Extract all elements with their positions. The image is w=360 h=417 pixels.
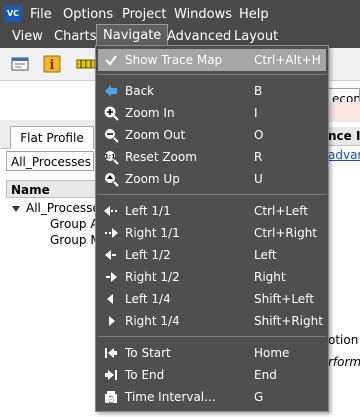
menu-item-shortcut: Home bbox=[254, 346, 290, 360]
menu-item-shortcut: Left bbox=[254, 248, 277, 262]
highlight-strip bbox=[328, 102, 360, 122]
zoom-out-icon bbox=[103, 127, 119, 143]
menu-item-right-1-1[interactable]: Right 1/1 Ctrl+Right bbox=[98, 222, 326, 244]
menu-item-right-1-2[interactable]: Right 1/2 Right bbox=[98, 266, 326, 288]
menu-item-label: Right 1/2 bbox=[125, 270, 180, 284]
menu-item-label: Zoom Out bbox=[125, 128, 186, 142]
menu-item-label: Zoom In bbox=[125, 106, 175, 120]
info-icon[interactable]: i bbox=[42, 54, 62, 74]
checkmark-icon bbox=[103, 52, 119, 68]
menu-item-label: Back bbox=[125, 84, 155, 98]
menu-item-label: To End bbox=[125, 368, 165, 382]
menu-item-shortcut: Ctrl+Alt+H bbox=[254, 53, 321, 67]
menu-windows[interactable]: Windows bbox=[168, 4, 238, 26]
menu-item-to-end[interactable]: To End End bbox=[98, 364, 326, 386]
to-start-icon bbox=[103, 345, 119, 361]
right-half-icon bbox=[103, 269, 119, 285]
menu-item-to-start[interactable]: To Start Home bbox=[98, 342, 326, 364]
menu-help[interactable]: Help bbox=[233, 4, 275, 26]
menu-item-shortcut: G bbox=[254, 390, 264, 404]
tree-node-group-m[interactable]: Group M bbox=[50, 232, 101, 248]
to-end-icon bbox=[103, 367, 119, 383]
right-full-icon bbox=[103, 225, 119, 241]
menu-item-shortcut: U bbox=[254, 172, 263, 186]
menu-item-label: Show Trace Map bbox=[125, 53, 223, 67]
menu-item-label: To Start bbox=[125, 346, 171, 360]
menu-navigate[interactable]: Navigate bbox=[96, 24, 169, 47]
right-quarter-icon bbox=[103, 313, 119, 329]
timeline-icon[interactable] bbox=[76, 54, 96, 74]
menu-separator bbox=[98, 74, 326, 75]
advanced-link[interactable]: advan bbox=[328, 148, 360, 162]
menu-item-label: Left 1/2 bbox=[125, 248, 171, 262]
open-icon[interactable] bbox=[10, 54, 30, 74]
menu-item-zoom-in[interactable]: Zoom In I bbox=[98, 102, 326, 124]
process-select[interactable]: All_Processes bbox=[6, 151, 94, 171]
menu-item-shortcut: Ctrl+Left bbox=[254, 204, 308, 218]
menu-item-shortcut: Shift+Left bbox=[254, 292, 314, 306]
tree-node-all-processes[interactable]: All_Processes bbox=[12, 200, 106, 216]
menu-item-shortcut: R bbox=[254, 150, 263, 164]
menu-item-back[interactable]: Back B bbox=[98, 80, 326, 102]
zoom-in-icon bbox=[103, 105, 119, 121]
menu-item-shortcut: O bbox=[254, 128, 264, 142]
menu-item-label: Left 1/1 bbox=[125, 204, 171, 218]
option-label: otion bbox=[328, 333, 359, 347]
menu-item-shortcut: Right bbox=[254, 270, 286, 284]
tab-flat-profile[interactable]: Flat Profile bbox=[10, 126, 94, 149]
menu-item-label: Left 1/4 bbox=[125, 292, 171, 306]
menu-item-label: Zoom Up bbox=[125, 172, 180, 186]
svg-text:i: i bbox=[50, 58, 55, 73]
menu-item-right-1-4[interactable]: Right 1/4 Shift+Right bbox=[98, 310, 326, 332]
svg-text:⌚: ⌚ bbox=[107, 395, 116, 404]
left-half-icon bbox=[103, 247, 119, 263]
menu-item-left-1-1[interactable]: Left 1/1 Ctrl+Left bbox=[98, 200, 326, 222]
menu-item-zoom-out[interactable]: Zoom Out O bbox=[98, 124, 326, 146]
menu-item-reset-zoom[interactable]: 1:1 Reset Zoom R bbox=[98, 146, 326, 168]
left-quarter-icon bbox=[103, 291, 119, 307]
menu-item-shortcut: End bbox=[254, 368, 277, 382]
menu-item-left-1-2[interactable]: Left 1/2 Left bbox=[98, 244, 326, 266]
menu-project[interactable]: Project bbox=[116, 4, 172, 26]
left-full-icon bbox=[103, 203, 119, 219]
right-panel-title: nce Is bbox=[328, 127, 360, 146]
zoom-up-icon bbox=[103, 171, 119, 187]
menu-item-show-trace-map[interactable]: Show Trace Map Ctrl+Alt+H bbox=[98, 49, 326, 71]
svg-text:1:1: 1:1 bbox=[105, 154, 116, 161]
menu-item-label: Reset Zoom bbox=[125, 150, 197, 164]
menu-item-time-interval[interactable]: ⌚ Time Interval... G bbox=[98, 386, 326, 408]
menu-separator bbox=[98, 336, 326, 337]
name-column-header[interactable]: Name bbox=[6, 180, 96, 198]
menu-item-zoom-up[interactable]: Zoom Up U bbox=[98, 168, 326, 190]
menu-item-shortcut: B bbox=[254, 84, 263, 98]
performance-label: rforma bbox=[328, 355, 360, 369]
menu-item-left-1-4[interactable]: Left 1/4 Shift+Left bbox=[98, 288, 326, 310]
collapse-triangle-icon[interactable] bbox=[12, 205, 20, 212]
back-arrow-icon bbox=[103, 83, 119, 99]
menu-item-shortcut: Ctrl+Right bbox=[254, 226, 318, 240]
menu-options[interactable]: Options bbox=[57, 4, 119, 26]
time-interval-icon: ⌚ bbox=[103, 389, 119, 405]
menu-separator bbox=[98, 194, 326, 195]
menu-view[interactable]: View bbox=[6, 26, 49, 48]
menu-file[interactable]: File bbox=[24, 4, 58, 26]
menu-item-shortcut: Shift+Right bbox=[254, 314, 323, 328]
menu-item-shortcut: I bbox=[254, 106, 258, 120]
menu-bar: VC File Options Project Windows Help Vie… bbox=[0, 0, 360, 48]
app-icon[interactable]: VC bbox=[4, 5, 22, 22]
menu-item-label: Time Interval... bbox=[125, 390, 216, 404]
menu-item-label: Right 1/1 bbox=[125, 226, 180, 240]
menu-item-label: Right 1/4 bbox=[125, 314, 180, 328]
reset-zoom-icon: 1:1 bbox=[103, 149, 119, 165]
navigate-menu: Show Trace Map Ctrl+Alt+H Back B Zoom In… bbox=[95, 45, 329, 412]
